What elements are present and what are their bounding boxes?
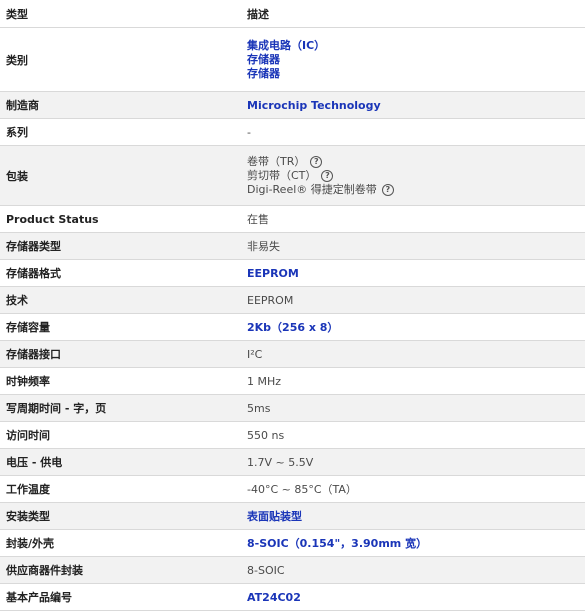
table-row: 存储器接口 I²C xyxy=(0,340,585,368)
packaging-option-label: Digi-Reel® 得捷定制卷带 xyxy=(247,182,377,196)
attribute-name: 基本产品编号 xyxy=(0,583,241,611)
attribute-name: 存储器类型 xyxy=(0,232,241,260)
attribute-value: 550 ns xyxy=(241,421,585,449)
attribute-value: 8-SOIC（0.154"，3.90mm 宽） xyxy=(241,529,585,557)
attribute-value: - xyxy=(241,118,585,146)
attribute-name: 存储器格式 xyxy=(0,259,241,287)
attribute-value: EEPROM xyxy=(241,259,585,287)
mounting-type-link[interactable]: 表面贴装型 xyxy=(247,510,302,523)
attribute-value: 非易失 xyxy=(241,232,585,260)
attribute-name: 供应商器件封装 xyxy=(0,556,241,584)
attribute-name: 类别 xyxy=(0,27,241,92)
attribute-value: 8-SOIC xyxy=(241,556,585,584)
table-row: 制造商 Microchip Technology xyxy=(0,91,585,119)
table-row: 技术 EEPROM xyxy=(0,286,585,314)
table-row: 封装/外壳 8-SOIC（0.154"，3.90mm 宽） xyxy=(0,529,585,557)
table-row: 时钟频率 1 MHz xyxy=(0,367,585,395)
packaging-option-label: 剪切带（CT） xyxy=(247,168,317,182)
base-product-number-link[interactable]: AT24C02 xyxy=(247,591,301,604)
table-row: 存储器类型 非易失 xyxy=(0,232,585,260)
attribute-name: Product Status xyxy=(0,205,241,233)
memory-size-link[interactable]: 2Kb（256 x 8） xyxy=(247,321,338,334)
category-link[interactable]: 存储器 xyxy=(247,53,585,67)
attribute-value: AT24C02 xyxy=(241,583,585,611)
product-attributes-table: 类型 描述 类别 集成电路（IC） 存储器 存储器 制造商 Microchip … xyxy=(0,0,585,611)
attribute-name: 安装类型 xyxy=(0,502,241,530)
attribute-value: -40°C ~ 85°C（TA） xyxy=(241,475,585,503)
question-circle-icon[interactable]: ? xyxy=(321,169,334,182)
table-row: 电压 - 供电 1.7V ~ 5.5V xyxy=(0,448,585,476)
packaging-option: 剪切带（CT）? xyxy=(247,169,585,183)
package-case-link[interactable]: 8-SOIC（0.154"，3.90mm 宽） xyxy=(247,537,427,550)
table-row: 基本产品编号 AT24C02 xyxy=(0,583,585,611)
column-header-description: 描述 xyxy=(241,0,585,28)
attribute-name: 工作温度 xyxy=(0,475,241,503)
table-header-row: 类型 描述 xyxy=(0,0,585,28)
category-link[interactable]: 集成电路（IC） xyxy=(247,39,585,53)
table-row: 系列 - xyxy=(0,118,585,146)
attribute-value: Microchip Technology xyxy=(241,91,585,119)
table-row: 存储容量 2Kb（256 x 8） xyxy=(0,313,585,341)
question-circle-icon[interactable]: ? xyxy=(381,183,394,196)
table-row: 供应商器件封装 8-SOIC xyxy=(0,556,585,584)
packaging-option: Digi-Reel® 得捷定制卷带? xyxy=(247,183,585,197)
column-header-type: 类型 xyxy=(0,0,241,28)
attribute-value: 2Kb（256 x 8） xyxy=(241,313,585,341)
table-row: 写周期时间 - 字，页 5ms xyxy=(0,394,585,422)
attribute-name: 存储容量 xyxy=(0,313,241,341)
attribute-value: 1 MHz xyxy=(241,367,585,395)
packaging-option: 卷带（TR）? xyxy=(247,155,585,169)
attribute-name: 存储器接口 xyxy=(0,340,241,368)
table-row: Product Status 在售 xyxy=(0,205,585,233)
attribute-value: 5ms xyxy=(241,394,585,422)
table-row: 存储器格式 EEPROM xyxy=(0,259,585,287)
table-row: 包装 卷带（TR）? 剪切带（CT）? Digi-Reel® 得捷定制卷带? xyxy=(0,145,585,206)
attribute-name: 技术 xyxy=(0,286,241,314)
attribute-name: 制造商 xyxy=(0,91,241,119)
attribute-name: 包装 xyxy=(0,145,241,206)
category-link[interactable]: 存储器 xyxy=(247,67,585,81)
attribute-name: 时钟频率 xyxy=(0,367,241,395)
attribute-value: 1.7V ~ 5.5V xyxy=(241,448,585,476)
attribute-name: 访问时间 xyxy=(0,421,241,449)
table-row: 类别 集成电路（IC） 存储器 存储器 xyxy=(0,27,585,92)
table-row: 访问时间 550 ns xyxy=(0,421,585,449)
memory-format-link[interactable]: EEPROM xyxy=(247,267,299,280)
question-circle-icon[interactable]: ? xyxy=(310,155,323,168)
attribute-value: 集成电路（IC） 存储器 存储器 xyxy=(241,27,585,92)
attribute-name: 写周期时间 - 字，页 xyxy=(0,394,241,422)
attribute-name: 电压 - 供电 xyxy=(0,448,241,476)
attribute-value: 在售 xyxy=(241,205,585,233)
packaging-option-label: 卷带（TR） xyxy=(247,154,306,168)
table-row: 安装类型 表面贴装型 xyxy=(0,502,585,530)
attribute-name: 封装/外壳 xyxy=(0,529,241,557)
attribute-value: I²C xyxy=(241,340,585,368)
attribute-value: EEPROM xyxy=(241,286,585,314)
manufacturer-link[interactable]: Microchip Technology xyxy=(247,99,381,112)
attribute-value: 表面贴装型 xyxy=(241,502,585,530)
attribute-value: 卷带（TR）? 剪切带（CT）? Digi-Reel® 得捷定制卷带? xyxy=(241,145,585,206)
table-row: 工作温度 -40°C ~ 85°C（TA） xyxy=(0,475,585,503)
attribute-name: 系列 xyxy=(0,118,241,146)
